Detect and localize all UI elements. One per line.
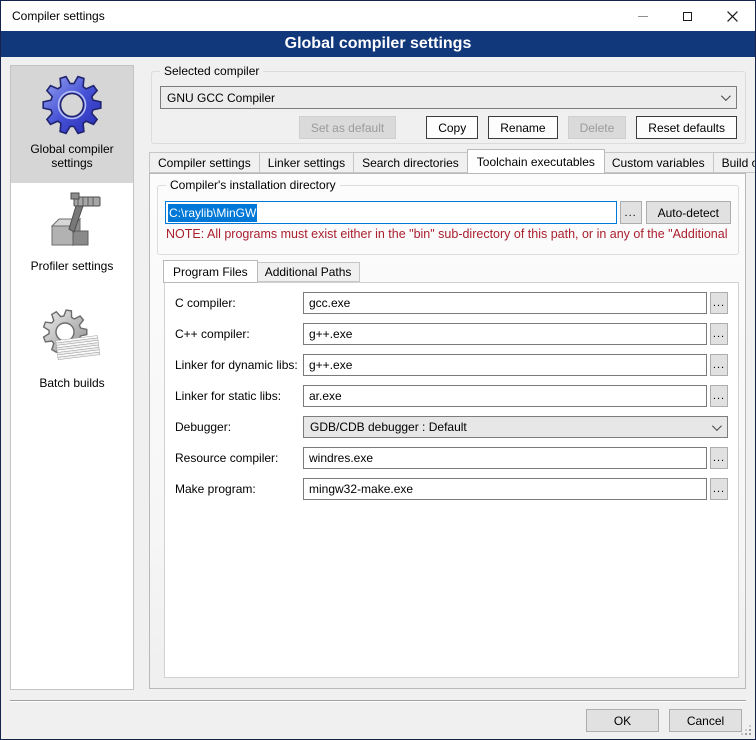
make-program-browse-button[interactable]: ... bbox=[710, 478, 728, 500]
chevron-down-icon bbox=[721, 91, 731, 101]
tab-linker-settings[interactable]: Linker settings bbox=[260, 152, 354, 173]
main-tabrow: Compiler settingsLinker settingsSearch d… bbox=[149, 148, 746, 173]
install-dir-browse-button[interactable]: ... bbox=[620, 201, 642, 224]
linker-for-static-libs-browse-button[interactable]: ... bbox=[710, 385, 728, 407]
field-label: Linker for dynamic libs: bbox=[175, 358, 303, 372]
tab-toolchain-executables[interactable]: Toolchain executables bbox=[467, 149, 605, 174]
field-row-linker-for-dynamic-libs: Linker for dynamic libs:... bbox=[175, 354, 728, 376]
resource-compiler-browse-button[interactable]: ... bbox=[710, 447, 728, 469]
field-row-debugger: Debugger: GDB/CDB debugger : Default bbox=[175, 416, 728, 438]
gray-gear-stack-icon bbox=[40, 307, 104, 371]
sidebar-item-batch-builds[interactable]: Batch builds bbox=[11, 300, 133, 417]
reset-defaults-button[interactable]: Reset defaults bbox=[636, 116, 737, 139]
compiler-settings-window: Compiler settings Global compiler settin… bbox=[0, 0, 756, 740]
combobox-value: GDB/CDB debugger : Default bbox=[310, 420, 467, 434]
field-row-resource-compiler: Resource compiler:... bbox=[175, 447, 728, 469]
linker-for-dynamic-libs-input[interactable] bbox=[303, 354, 707, 376]
program-files-panel: C compiler:...C++ compiler:...Linker for… bbox=[164, 282, 739, 678]
field-row-linker-for-static-libs: Linker for static libs:... bbox=[175, 385, 728, 407]
autodetect-button[interactable]: Auto-detect bbox=[646, 201, 731, 224]
chevron-down-icon bbox=[712, 421, 722, 431]
delete-button: Delete bbox=[568, 116, 627, 139]
field-row-make-program: Make program:... bbox=[175, 478, 728, 500]
tab-build-options[interactable]: Build options bbox=[714, 152, 756, 173]
window-controls bbox=[620, 1, 755, 31]
tab-compiler-settings[interactable]: Compiler settings bbox=[149, 152, 260, 173]
field-row-c-compiler: C++ compiler:... bbox=[175, 323, 728, 345]
resource-compiler-input[interactable] bbox=[303, 447, 707, 469]
field-row-c-compiler: C compiler:... bbox=[175, 292, 728, 314]
footer-divider bbox=[10, 700, 746, 702]
sidebar-item-label: Profiler settings bbox=[14, 259, 130, 273]
settings-sidebar: Global compiler settings Profiler settin… bbox=[10, 65, 134, 690]
toolchain-executables-panel: Compiler's installation directory C:\ray… bbox=[149, 173, 746, 689]
field-label: C++ compiler: bbox=[175, 327, 303, 341]
resize-grip-icon[interactable] bbox=[749, 733, 751, 735]
tab-custom-variables[interactable]: Custom variables bbox=[604, 152, 714, 173]
install-dir-input[interactable]: C:\raylib\MinGW bbox=[165, 201, 617, 224]
selected-compiler-group: Selected compiler GNU GCC Compiler Set a… bbox=[151, 71, 746, 144]
close-icon bbox=[727, 11, 738, 22]
field-label: Linker for static libs: bbox=[175, 389, 303, 403]
field-label: Make program: bbox=[175, 482, 303, 496]
install-dir-selected-text: C:\raylib\MinGW bbox=[168, 204, 257, 222]
make-program-input[interactable] bbox=[303, 478, 707, 500]
field-label: C compiler: bbox=[175, 296, 303, 310]
minimize-button[interactable] bbox=[620, 1, 665, 31]
field-label: Debugger: bbox=[175, 420, 303, 434]
window-title: Compiler settings bbox=[12, 9, 105, 23]
sidebar-item-profiler-settings[interactable]: Profiler settings bbox=[11, 183, 133, 300]
subtab-additional-paths[interactable]: Additional Paths bbox=[257, 262, 361, 282]
sidebar-item-global-compiler-settings[interactable]: Global compiler settings bbox=[11, 66, 133, 183]
set-as-default-button: Set as default bbox=[299, 116, 396, 139]
tab-search-directories[interactable]: Search directories bbox=[354, 152, 468, 173]
dialog-header-title: Global compiler settings bbox=[1, 31, 755, 57]
c-compiler-browse-button[interactable]: ... bbox=[710, 292, 728, 314]
compiler-actions: Set as default Copy Rename Delete Reset defa… bbox=[299, 116, 737, 139]
caliper-icon bbox=[40, 190, 104, 254]
linker-for-dynamic-libs-browse-button[interactable]: ... bbox=[710, 354, 728, 376]
cancel-button[interactable]: Cancel bbox=[669, 709, 742, 732]
program-files-tabrow: Program FilesAdditional Paths bbox=[164, 259, 360, 282]
field-label: Resource compiler: bbox=[175, 451, 303, 465]
c-compiler-input[interactable] bbox=[303, 292, 707, 314]
close-button[interactable] bbox=[710, 1, 755, 31]
selected-compiler-value: GNU GCC Compiler bbox=[167, 91, 275, 105]
selected-compiler-combobox[interactable]: GNU GCC Compiler bbox=[160, 86, 737, 109]
install-dir-group-label: Compiler's installation directory bbox=[166, 178, 340, 192]
blue-gear-icon bbox=[40, 73, 104, 137]
install-dir-group: Compiler's installation directory C:\ray… bbox=[157, 185, 739, 255]
debugger-combobox[interactable]: GDB/CDB debugger : Default bbox=[303, 416, 728, 438]
ok-button[interactable]: OK bbox=[586, 709, 659, 732]
c-compiler-input[interactable] bbox=[303, 323, 707, 345]
titlebar: Compiler settings bbox=[1, 1, 755, 31]
minimize-icon bbox=[638, 16, 648, 17]
maximize-button[interactable] bbox=[665, 1, 710, 31]
sidebar-item-label: Batch builds bbox=[14, 376, 130, 390]
selected-compiler-group-label: Selected compiler bbox=[160, 64, 263, 78]
install-dir-note: NOTE: All programs must exist either in … bbox=[166, 227, 730, 241]
maximize-icon bbox=[683, 12, 692, 21]
linker-for-static-libs-input[interactable] bbox=[303, 385, 707, 407]
c-compiler-browse-button[interactable]: ... bbox=[710, 323, 728, 345]
copy-button[interactable]: Copy bbox=[426, 116, 478, 139]
rename-button[interactable]: Rename bbox=[488, 116, 557, 139]
sidebar-item-label: Global compiler settings bbox=[14, 142, 130, 170]
subtab-program-files[interactable]: Program Files bbox=[163, 260, 258, 283]
